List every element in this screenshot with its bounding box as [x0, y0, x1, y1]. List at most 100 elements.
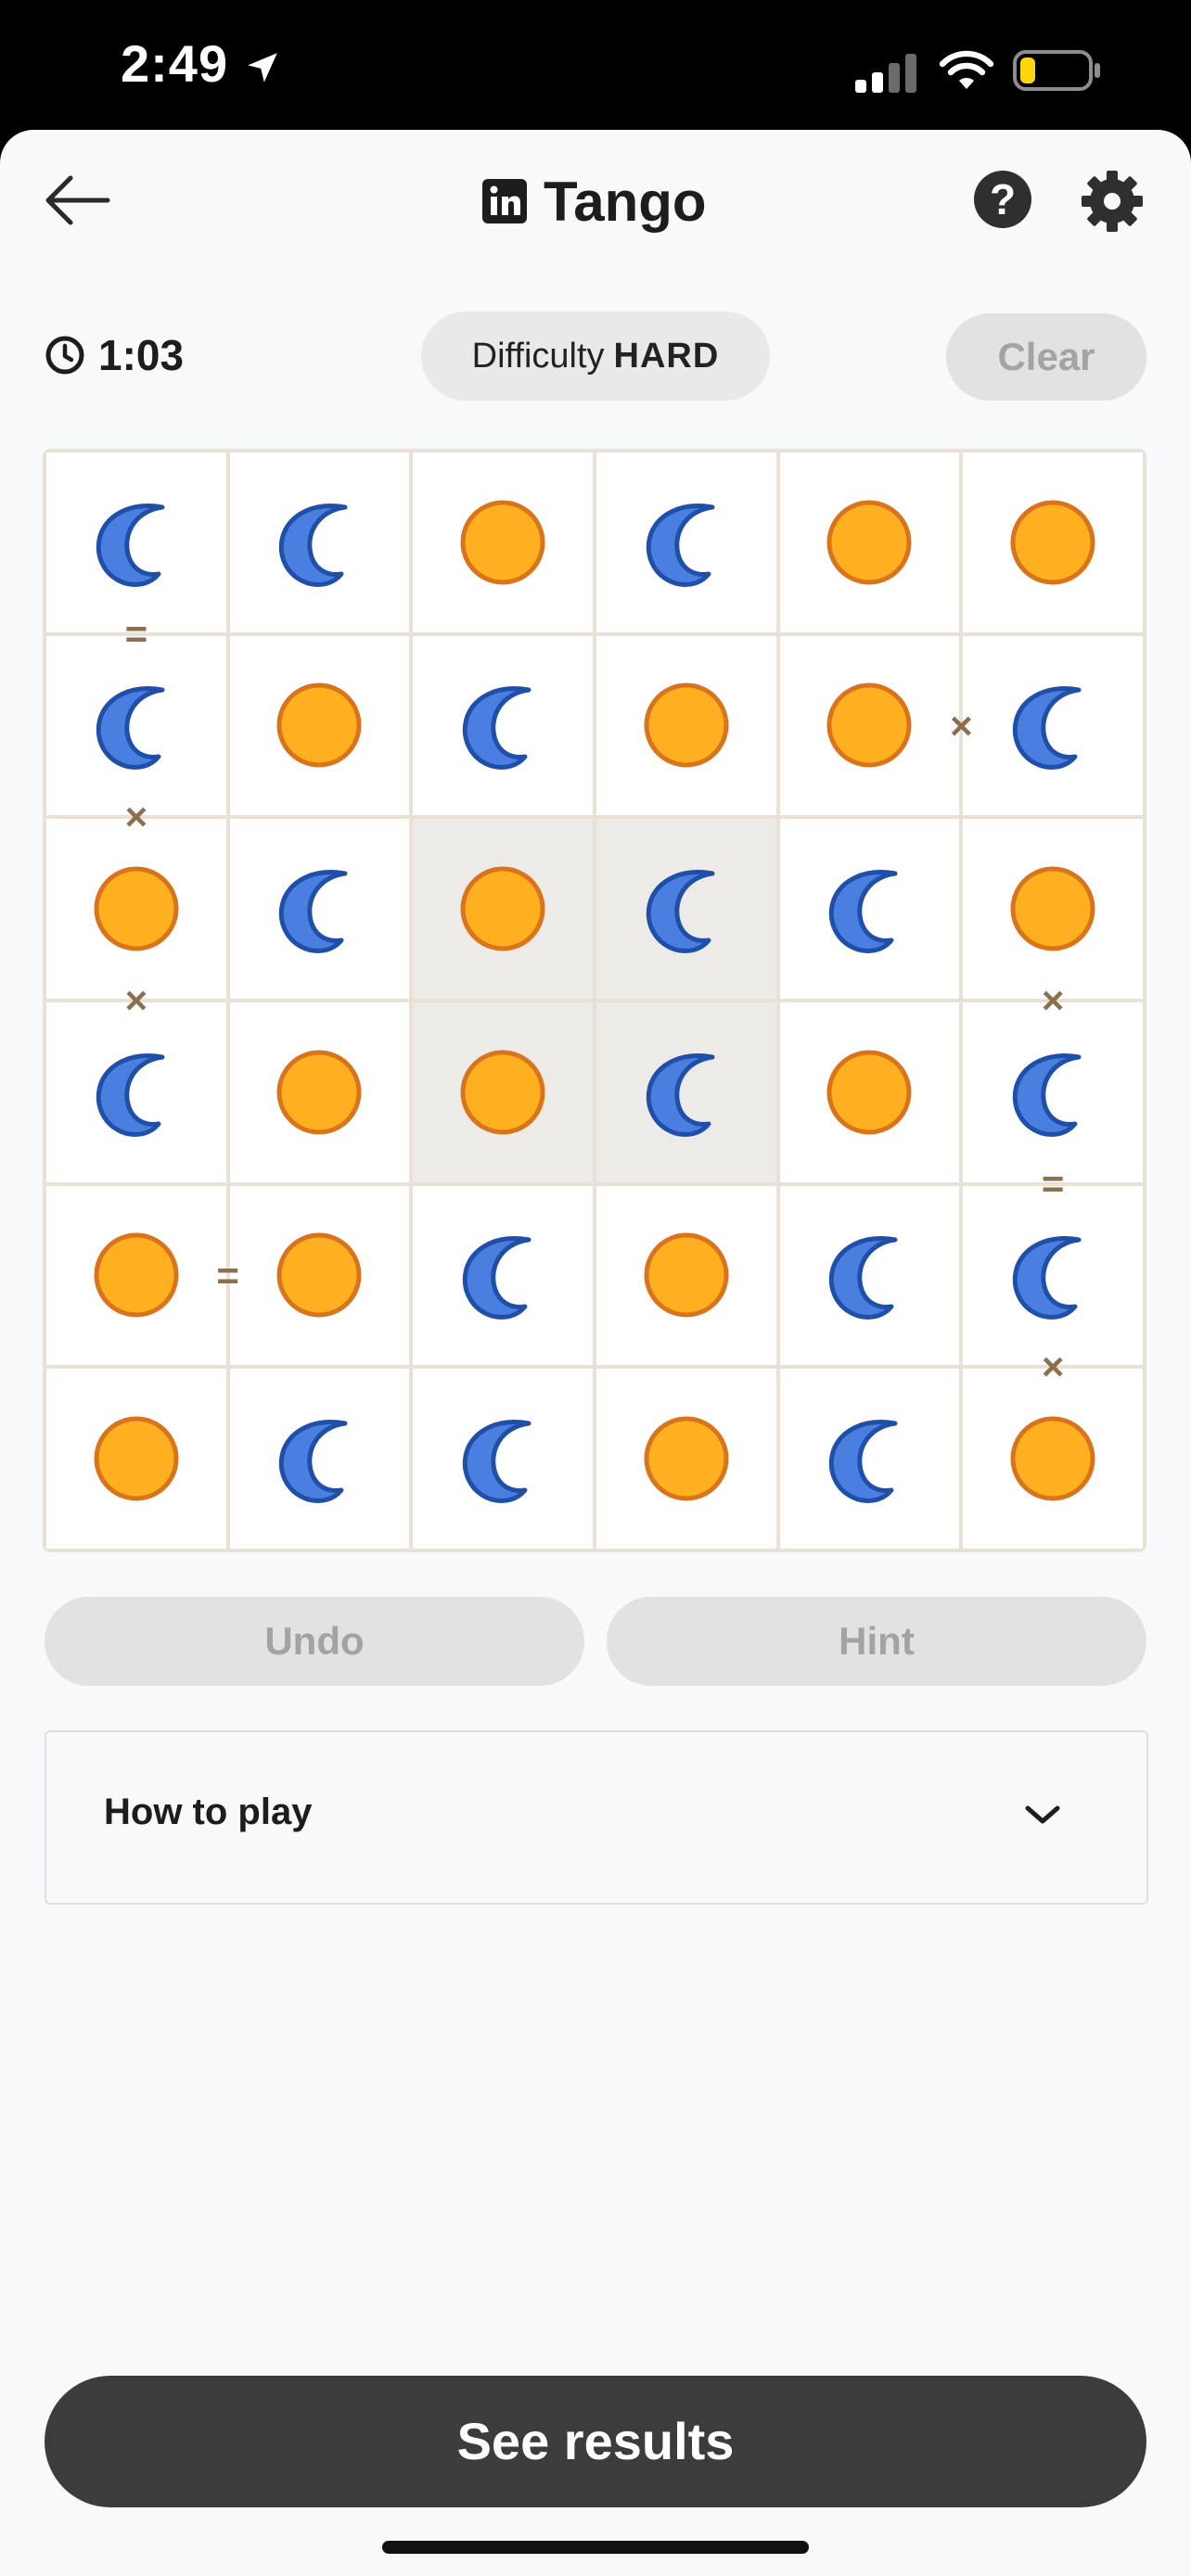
gear-icon[interactable] — [1080, 169, 1145, 234]
sun-icon — [460, 500, 545, 585]
moon-icon — [96, 686, 165, 771]
how-to-play-label: How to play — [104, 1792, 313, 1832]
linkedin-logo-icon — [482, 179, 527, 223]
moon-icon — [1012, 1053, 1082, 1137]
opposite-constraint: × — [1041, 1345, 1065, 1389]
board-cell[interactable] — [779, 819, 960, 999]
board-cell[interactable] — [963, 635, 1143, 816]
board-cell[interactable] — [229, 1185, 410, 1366]
board-cell[interactable] — [963, 1002, 1143, 1182]
board-cell[interactable] — [413, 635, 593, 816]
board-cell[interactable] — [596, 635, 776, 816]
location-arrow-icon — [248, 53, 277, 83]
board-cell[interactable] — [229, 1369, 410, 1549]
board-cell[interactable] — [413, 1369, 593, 1549]
sun-icon — [1010, 500, 1095, 585]
help-button[interactable]: ? — [974, 171, 1031, 228]
board-cell[interactable] — [46, 819, 226, 999]
sun-icon — [94, 1232, 179, 1318]
board-cell[interactable] — [779, 1002, 960, 1182]
sun-icon — [644, 1232, 729, 1318]
moon-icon — [1012, 1236, 1082, 1320]
board-cell[interactable] — [963, 819, 1143, 999]
sun-icon — [644, 682, 729, 768]
moon-icon — [829, 1236, 898, 1320]
board-cell[interactable] — [46, 1369, 226, 1549]
moon-icon — [96, 1053, 165, 1137]
sun-icon — [1010, 866, 1095, 951]
opposite-constraint: × — [124, 978, 148, 1022]
board-cell[interactable] — [779, 453, 960, 632]
moon-icon — [829, 1420, 898, 1504]
board-cell[interactable] — [413, 1002, 593, 1182]
difficulty-value: HARD — [613, 336, 720, 376]
sun-icon — [276, 1232, 362, 1318]
sun-icon — [1010, 1416, 1095, 1501]
sun-icon — [94, 1416, 179, 1501]
difficulty-label: Difficulty — [471, 336, 605, 376]
opposite-constraint: × — [950, 703, 973, 747]
board-cell[interactable] — [46, 1185, 226, 1366]
sun-icon — [276, 1050, 362, 1135]
status-bar: 2:49 — [0, 0, 1191, 130]
board-cell[interactable] — [596, 1185, 776, 1366]
cellular-signal-icon — [855, 54, 916, 93]
board-cell[interactable] — [46, 1002, 226, 1182]
board-cell[interactable] — [596, 1369, 776, 1549]
sun-icon — [644, 1416, 729, 1501]
moon-icon — [646, 870, 715, 954]
wifi-icon — [939, 50, 994, 89]
board-cell[interactable] — [413, 819, 593, 999]
board-cell[interactable] — [229, 1002, 410, 1182]
how-to-play-accordion[interactable]: How to play — [45, 1730, 1148, 1905]
board-cell[interactable] — [413, 1185, 593, 1366]
board-cell[interactable] — [229, 635, 410, 816]
back-arrow-icon[interactable] — [43, 172, 113, 228]
timer: 1:03 — [45, 330, 184, 380]
chevron-down-icon[interactable] — [1022, 1801, 1063, 1829]
moon-icon — [646, 504, 715, 587]
board-cell[interactable] — [963, 1369, 1143, 1549]
sun-icon — [460, 866, 545, 951]
opposite-constraint: × — [1041, 978, 1065, 1022]
moon-icon — [462, 686, 531, 771]
board-cell[interactable] — [963, 1185, 1143, 1366]
board-cell[interactable] — [596, 1002, 776, 1182]
sun-icon — [826, 1050, 912, 1135]
moon-icon — [462, 1236, 531, 1320]
sun-icon — [826, 500, 912, 585]
difficulty-badge: Difficulty HARD — [421, 312, 770, 401]
board-cell[interactable] — [779, 1185, 960, 1366]
equal-constraint: = — [1041, 1161, 1065, 1205]
game-board: = × × × × = = × — [43, 449, 1146, 1552]
sun-icon — [826, 682, 912, 768]
page-title: Tango — [544, 170, 707, 233]
hint-button[interactable]: Hint — [607, 1597, 1146, 1686]
see-results-button[interactable]: See results — [45, 2376, 1146, 2507]
battery-low-icon — [1013, 50, 1100, 91]
board-cell[interactable] — [413, 453, 593, 632]
board-cell[interactable] — [596, 819, 776, 999]
board-cell[interactable] — [596, 453, 776, 632]
moon-icon — [279, 870, 348, 954]
board-cell[interactable] — [963, 453, 1143, 632]
sun-icon — [94, 866, 179, 951]
board-cell[interactable] — [779, 1369, 960, 1549]
clear-button[interactable]: Clear — [946, 313, 1146, 401]
moon-icon — [829, 870, 898, 954]
board-cell[interactable] — [229, 819, 410, 999]
moon-icon — [646, 1053, 715, 1137]
board-cell[interactable] — [229, 453, 410, 632]
board-cell[interactable] — [46, 453, 226, 632]
board-cell[interactable] — [779, 635, 960, 816]
undo-button[interactable]: Undo — [45, 1597, 584, 1686]
moon-icon — [96, 504, 165, 587]
board-cell[interactable] — [46, 635, 226, 816]
moon-icon — [462, 1420, 531, 1504]
moon-icon — [279, 504, 348, 587]
opposite-constraint: × — [124, 795, 148, 839]
page-title-group: Tango — [482, 169, 707, 234]
home-indicator — [382, 2541, 809, 2554]
moon-icon — [1012, 686, 1082, 771]
sun-icon — [460, 1050, 545, 1135]
